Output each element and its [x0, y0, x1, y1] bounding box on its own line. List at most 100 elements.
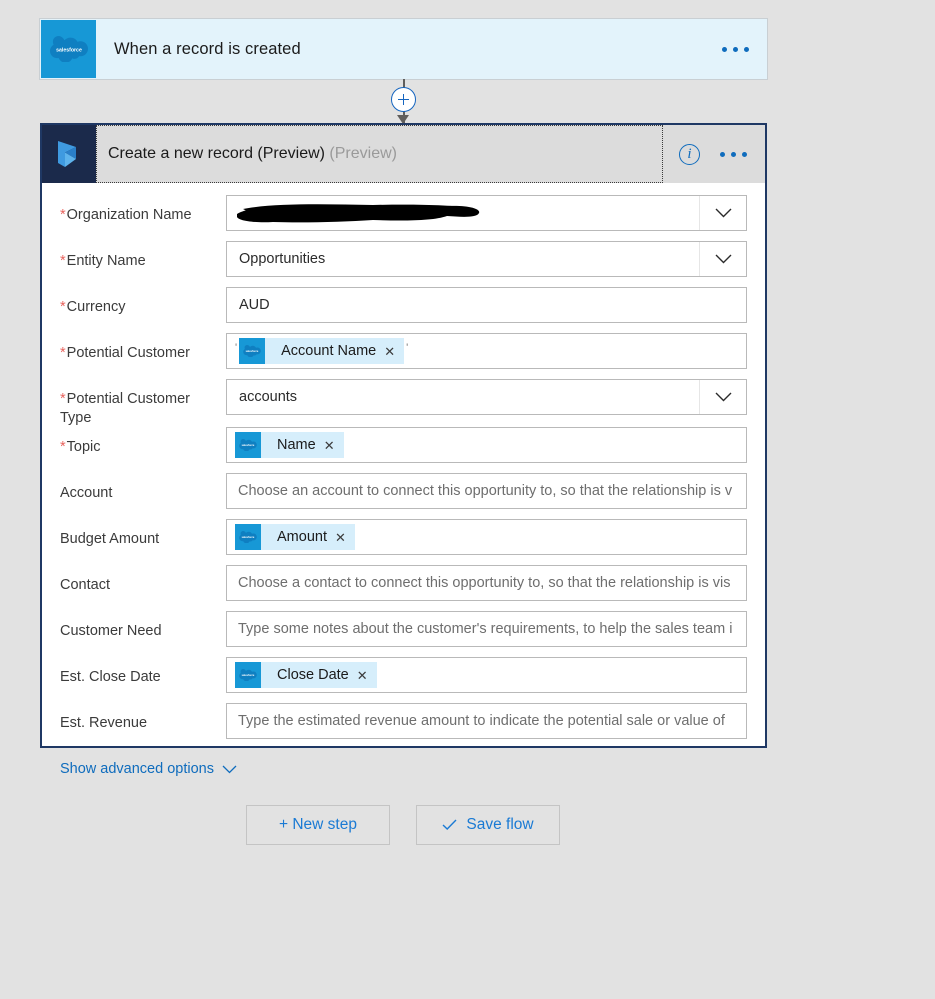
new-step-button[interactable]: + New step: [246, 805, 390, 845]
salesforce-cloud-glyph: salesforce: [239, 669, 257, 682]
label-text: Potential Customer Type: [60, 391, 190, 426]
token-chip-account-name[interactable]: salesforce Account Name ✕: [239, 338, 405, 364]
ellipsis-dot: [744, 46, 749, 52]
label-text: Budget Amount: [60, 531, 160, 548]
svg-text:salesforce: salesforce: [56, 48, 82, 54]
chevron-down-icon[interactable]: [699, 380, 746, 414]
redaction-mark: [237, 204, 480, 223]
close-icon[interactable]: ✕: [324, 439, 344, 452]
token-chip-close-date[interactable]: salesforce Close Date ✕: [235, 662, 377, 689]
field-row: Budget Amount salesforce Amount ✕: [60, 519, 747, 565]
field-label-contact: Contact: [60, 565, 226, 595]
field-label-potential-customer-type: *Potential Customer Type: [60, 379, 226, 427]
salesforce-cloud-glyph: salesforce: [239, 439, 257, 452]
field-label-customer-need: Customer Need: [60, 611, 226, 641]
field-row: *Topic salesforce Name ✕: [60, 427, 747, 473]
ellipsis-dot: [722, 46, 727, 52]
dynamics365-icon: [42, 125, 96, 183]
salesforce-icon: salesforce: [235, 662, 261, 689]
action-title-region[interactable]: Create a new record (Preview) (Preview): [96, 125, 663, 183]
salesforce-cloud-glyph: salesforce: [239, 531, 257, 544]
action-form: *Organization Name *Entity Name Opportun…: [42, 183, 765, 778]
salesforce-icon: salesforce: [239, 338, 266, 364]
customer-need-input[interactable]: Type some notes about the customer's req…: [226, 611, 747, 648]
field-row: Contact Choose a contact to connect this…: [60, 565, 747, 611]
field-row: *Potential Customer Type accounts: [60, 379, 747, 427]
trigger-card[interactable]: salesforce When a record is created: [40, 19, 767, 79]
info-icon[interactable]: i: [679, 143, 700, 165]
chevron-down-icon: [222, 765, 237, 774]
salesforce-cloud-glyph: salesforce: [49, 36, 88, 62]
ellipsis-dot: [731, 151, 736, 157]
ellipsis-dot: [733, 46, 738, 52]
action-title-preview-suffix: (Preview): [329, 145, 397, 162]
field-control: salesforce Amount ✕: [226, 519, 747, 556]
field-label-currency: *Currency: [60, 287, 226, 317]
svg-text:salesforce: salesforce: [246, 349, 259, 353]
action-menu-button[interactable]: [720, 151, 747, 157]
token-label: Amount: [277, 529, 327, 546]
token-label: Name: [277, 437, 316, 454]
contact-input[interactable]: Choose a contact to connect this opportu…: [226, 565, 747, 602]
action-card-header[interactable]: Create a new record (Preview) (Preview) …: [42, 125, 765, 183]
ellipsis-dot: [742, 151, 747, 157]
connector: [388, 79, 420, 124]
entity-name-dropdown[interactable]: Opportunities: [226, 241, 747, 277]
est-revenue-input[interactable]: Type the estimated revenue amount to ind…: [226, 703, 747, 740]
plus-circle-icon[interactable]: [391, 87, 416, 112]
trail-mark: ': [406, 341, 409, 354]
close-icon[interactable]: ✕: [335, 531, 355, 544]
lead-mark: ': [235, 341, 238, 354]
field-row: *Entity Name Opportunities: [60, 241, 747, 287]
topic-input[interactable]: salesforce Name ✕: [226, 427, 747, 464]
token-label: Close Date: [277, 667, 349, 684]
chevron-down-icon[interactable]: [699, 196, 746, 230]
budget-amount-input[interactable]: salesforce Amount ✕: [226, 519, 747, 556]
show-advanced-options-link[interactable]: Show advanced options: [60, 761, 237, 777]
est-close-date-input[interactable]: salesforce Close Date ✕: [226, 657, 747, 694]
label-text: Account: [60, 485, 113, 502]
save-flow-button[interactable]: Save flow: [416, 805, 560, 845]
field-label-organization-name: *Organization Name: [60, 195, 226, 225]
field-label-est-revenue: Est. Revenue: [60, 703, 226, 733]
token-host: salesforce Name ✕: [227, 428, 344, 462]
salesforce-icon: salesforce: [235, 432, 261, 459]
token-host: salesforce Close Date ✕: [227, 658, 377, 692]
est-revenue-placeholder: Type the estimated revenue amount to ind…: [238, 713, 725, 730]
contact-placeholder: Choose a contact to connect this opportu…: [238, 575, 731, 592]
close-icon[interactable]: ✕: [384, 345, 404, 358]
token-chip-amount[interactable]: salesforce Amount ✕: [235, 524, 355, 551]
chevron-down-icon[interactable]: [699, 242, 746, 276]
token-chip-name[interactable]: salesforce Name ✕: [235, 432, 344, 459]
field-control: Choose an account to connect this opport…: [226, 473, 747, 510]
field-label-topic: *Topic: [60, 427, 226, 457]
show-advanced-options-label: Show advanced options: [60, 761, 214, 778]
label-text: Currency: [66, 299, 126, 315]
label-text: Potential Customer: [66, 345, 190, 361]
field-row: *Potential Customer ' salesforce Account…: [60, 333, 747, 379]
potential-customer-input[interactable]: ' salesforce Account Name ✕ ': [226, 333, 747, 369]
action-card[interactable]: Create a new record (Preview) (Preview) …: [40, 123, 767, 777]
required-asterisk: *: [60, 253, 66, 269]
field-row: Est. Close Date salesforce Close Date ✕: [60, 657, 747, 703]
trigger-menu-button[interactable]: [722, 46, 749, 52]
dynamics365-glyph: [58, 141, 76, 167]
field-row: Customer Need Type some notes about the …: [60, 611, 747, 657]
token-host: ' salesforce Account Name ✕ ': [227, 334, 408, 368]
field-control: salesforce Close Date ✕: [226, 657, 747, 694]
field-label-budget-amount: Budget Amount: [60, 519, 226, 549]
action-card-title: Create a new record (Preview) (Preview): [108, 145, 397, 163]
close-icon[interactable]: ✕: [357, 669, 377, 682]
token-label: Account Name: [281, 343, 377, 359]
field-label-est-close-date: Est. Close Date: [60, 657, 226, 687]
check-icon: [442, 819, 457, 830]
account-input[interactable]: Choose an account to connect this opport…: [226, 473, 747, 510]
required-asterisk: *: [60, 207, 66, 223]
potential-customer-type-dropdown[interactable]: accounts: [226, 379, 747, 415]
organization-name-dropdown[interactable]: [226, 195, 747, 231]
currency-input[interactable]: AUD: [226, 287, 747, 323]
chevron-glyph: [715, 254, 731, 264]
required-asterisk: *: [60, 439, 66, 456]
account-placeholder: Choose an account to connect this opport…: [238, 483, 733, 500]
field-control: AUD: [226, 287, 747, 323]
